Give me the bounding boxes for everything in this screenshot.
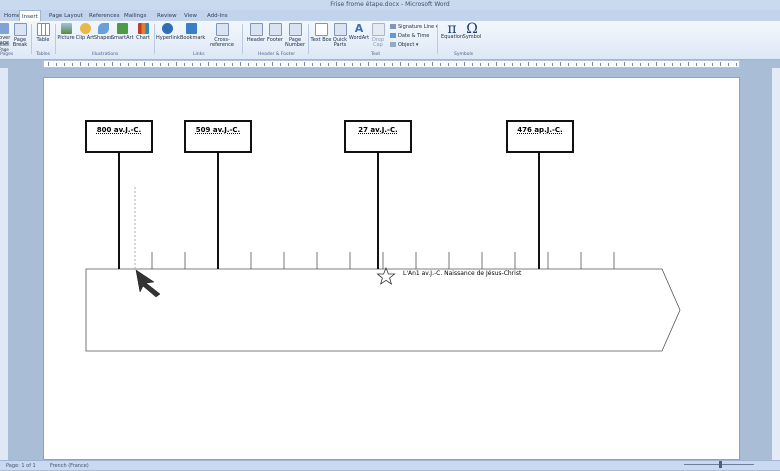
zoom-slider[interactable]: [684, 461, 754, 468]
zoom-slider-knob[interactable]: [718, 461, 722, 468]
timeline-ticks: [151, 252, 615, 269]
date-box-509[interactable]: 509 av.J.-C.: [184, 120, 252, 153]
timeline-drawing: [85, 153, 681, 352]
date-box-27[interactable]: 27 av.J.-C.: [344, 120, 412, 153]
birth-of-christ-caption[interactable]: L'An1 av.J.-C. Naissance de Jésus-Christ: [403, 270, 521, 277]
date-box-476[interactable]: 476 ap.J.-C.: [506, 120, 574, 153]
status-bar: Page: 1 of 1 French (France): [0, 460, 780, 470]
date-box-800[interactable]: 800 av.J.-C.: [85, 120, 153, 153]
